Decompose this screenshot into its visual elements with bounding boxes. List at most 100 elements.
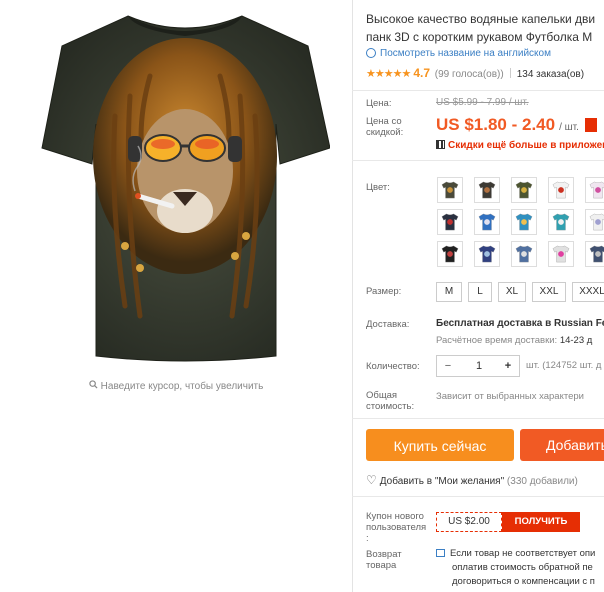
- title-line-2: панк 3D с коротким рукавом Футболка М: [366, 30, 593, 44]
- wishlist-text: Добавить в "Мои желания": [379, 476, 505, 487]
- qr-code-icon: [436, 140, 445, 149]
- color-swatch[interactable]: [474, 241, 500, 267]
- coupon-amount: US $2.00: [436, 512, 502, 532]
- tshirt-icon: [515, 245, 533, 263]
- heart-icon: ♡: [366, 473, 377, 487]
- return-policy-icon: [436, 549, 445, 557]
- divider: [352, 160, 604, 161]
- returns-policy-line-2: оплатив стоимость обратной пе: [452, 562, 593, 573]
- tshirt-icon: [441, 245, 459, 263]
- quantity-stepper: − 1 +: [436, 355, 520, 377]
- wishlist-count: (330 добавили): [506, 476, 578, 487]
- quantity-decrease-button[interactable]: −: [437, 356, 459, 376]
- price-label: Цена:: [366, 98, 392, 109]
- color-swatch[interactable]: [548, 241, 574, 267]
- orders-count: 134 заказа(ов): [516, 69, 585, 80]
- returns-label-line-1: Возврат: [366, 549, 402, 560]
- color-swatch[interactable]: [437, 241, 463, 267]
- total-label-line-1: Общая: [366, 390, 398, 401]
- color-swatch[interactable]: [474, 177, 500, 203]
- divider: [352, 418, 604, 419]
- new-user-coupon-label: Купон нового пользователя :: [366, 511, 426, 544]
- tshirt-icon: [589, 213, 604, 231]
- color-swatch[interactable]: [548, 209, 574, 235]
- get-coupon-button[interactable]: ПОЛУЧИТЬ: [502, 512, 580, 532]
- rating-row: ★★★★★ 4.7 (99 голоса(ов)) 134 заказа(ов): [366, 66, 584, 80]
- color-swatch[interactable]: [511, 209, 537, 235]
- returns-policy-line-3: договориться о компенсации с п: [452, 576, 595, 587]
- size-option-l[interactable]: L: [468, 282, 492, 302]
- app-discount-link[interactable]: Скидки ещё больше в приложен: [436, 140, 604, 151]
- color-swatch[interactable]: [511, 241, 537, 267]
- size-option-xxl[interactable]: XXL: [532, 282, 566, 302]
- tshirt-icon: [515, 213, 533, 231]
- shipping-method[interactable]: Бесплатная доставка в Russian Fe: [436, 318, 604, 329]
- tshirt-icon: [478, 181, 496, 199]
- title-line-1: Высокое качество водяные капельки дви: [366, 12, 596, 26]
- votes-link[interactable]: (99 голоса(ов)): [435, 69, 504, 80]
- magnifier-icon: [88, 380, 98, 392]
- tshirt-icon: [552, 181, 570, 199]
- tshirt-icon: [589, 181, 604, 199]
- divider: [352, 90, 604, 91]
- returns-label-line-2: товара: [366, 560, 397, 571]
- globe-icon: [366, 48, 376, 58]
- delivery-time: Расчётное время доставки: 14-23 д: [436, 335, 592, 346]
- discount-badge: [584, 118, 597, 132]
- old-price: US $5.99 - 7.99 / шт.: [436, 97, 529, 108]
- add-to-cart-button[interactable]: Добавить: [520, 429, 604, 461]
- shipping-destination: в Russian Fe: [542, 318, 604, 329]
- color-swatch[interactable]: [437, 209, 463, 235]
- coupon-label-line-1: Купон нового: [366, 511, 424, 522]
- total-cost-label: Общая стоимость:: [366, 390, 414, 412]
- tshirt-icon: [515, 181, 533, 199]
- tshirt-icon: [552, 213, 570, 231]
- app-discount-text: Скидки ещё больше в приложен: [448, 140, 604, 151]
- discount-price: US $1.80 - 2.40/ шт.: [436, 115, 597, 135]
- price-range: US $1.80 - 2.40: [436, 115, 556, 134]
- shipping-label: Доставка:: [366, 319, 410, 330]
- quantity-label: Количество:: [366, 361, 420, 372]
- color-swatch[interactable]: [437, 177, 463, 203]
- buy-now-button[interactable]: Купить сейчас: [366, 429, 514, 461]
- size-label: Размер:: [366, 286, 402, 297]
- color-swatch[interactable]: [474, 209, 500, 235]
- translate-link-text: Посмотреть название на английском: [380, 48, 551, 59]
- total-label-line-2: стоимость:: [366, 401, 415, 412]
- color-swatch[interactable]: [585, 177, 604, 203]
- coupon-label-line-3: :: [366, 533, 369, 544]
- color-label: Цвет:: [366, 182, 390, 193]
- quantity-input[interactable]: 1: [459, 356, 499, 376]
- returns-policy-line-1: Если товар не соответствует опи: [436, 547, 595, 561]
- delivery-time-label: Расчётное время доставки:: [436, 335, 560, 346]
- column-divider: [352, 0, 353, 592]
- product-gallery: Наведите курсор, чтобы увеличить: [0, 0, 352, 592]
- color-swatch[interactable]: [511, 177, 537, 203]
- product-title: Высокое качество водяные капельки дви па…: [366, 10, 604, 46]
- returns-label: Возврат товара: [366, 549, 402, 571]
- color-swatch[interactable]: [585, 209, 604, 235]
- star-rating-icon: ★★★★★: [366, 68, 411, 80]
- separator: [509, 68, 511, 78]
- tshirt-icon: [478, 213, 496, 231]
- quantity-increase-button[interactable]: +: [497, 356, 519, 376]
- discount-label-line-1: Цена со: [366, 116, 402, 127]
- total-cost-note: Зависит от выбранных характери: [436, 391, 584, 402]
- zoom-hint: Наведите курсор, чтобы увеличить: [0, 380, 352, 392]
- delivery-time-value: 14-23 д: [559, 335, 593, 346]
- discount-price-label: Цена со скидкой:: [366, 116, 403, 138]
- tshirt-icon: [478, 245, 496, 263]
- stock-available: шт. (124752 шт. д: [526, 360, 602, 371]
- color-swatch[interactable]: [548, 177, 574, 203]
- tshirt-icon: [589, 245, 604, 263]
- tshirt-icon: [441, 213, 459, 231]
- color-swatch[interactable]: [585, 241, 604, 267]
- add-to-wishlist-link[interactable]: ♡ Добавить в "Мои желания" (330 добавили): [366, 473, 578, 487]
- product-image[interactable]: [40, 6, 330, 364]
- size-option-m[interactable]: M: [436, 282, 462, 302]
- tshirt-icon: [441, 181, 459, 199]
- returns-text-1: Если товар не соответствует опи: [450, 548, 596, 559]
- translate-title-link[interactable]: Посмотреть название на английском: [366, 48, 551, 59]
- size-option-xl[interactable]: XL: [498, 282, 526, 302]
- size-option-xxxl[interactable]: XXXL: [572, 282, 604, 302]
